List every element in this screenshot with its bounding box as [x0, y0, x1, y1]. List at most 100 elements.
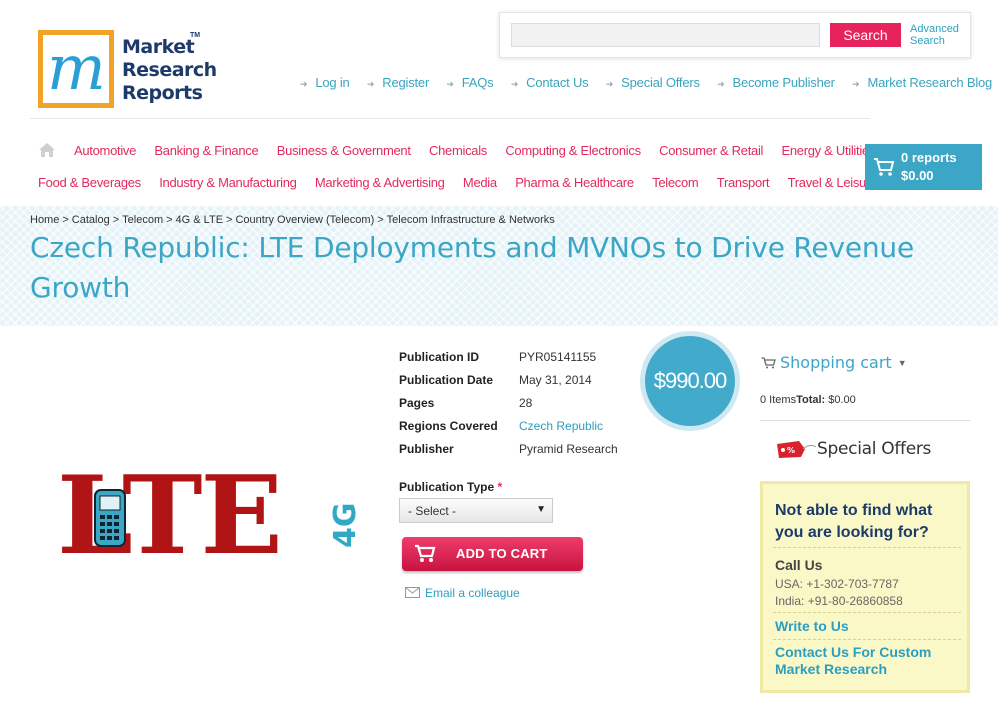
- usa-phone: USA: +1-302-703-7787: [775, 577, 899, 591]
- cart-icon: [761, 357, 776, 369]
- nav-login-label: Log in: [315, 75, 350, 90]
- shopping-cart-header[interactable]: Shopping cart ▼: [761, 353, 907, 372]
- category-travel-leisure[interactable]: Travel & Leisure: [788, 175, 878, 190]
- publication-type-label: Publication Type *: [399, 480, 502, 494]
- detail-label: Publication Date: [399, 373, 494, 387]
- envelope-icon: [405, 587, 420, 598]
- nav-contact-us[interactable]: ➜ Contact Us: [511, 75, 589, 90]
- nav-special-offers[interactable]: ➜ Special Offers: [606, 75, 700, 90]
- home-icon[interactable]: [38, 142, 56, 158]
- logo-word-market: Market: [122, 36, 195, 58]
- advanced-search-link[interactable]: Advanced Search: [910, 23, 970, 47]
- nav-login[interactable]: ➜ Log in: [300, 75, 350, 90]
- nav-faqs-label: FAQs: [461, 75, 494, 90]
- top-nav: ➜ Log in ➜ Register ➜ FAQs ➜ Contact Us ➜ Spe…: [300, 75, 992, 93]
- shopping-cart-title: Shopping cart: [780, 353, 892, 372]
- breadcrumb-sep: >: [226, 214, 233, 226]
- cart-total-label: Total:: [796, 394, 826, 406]
- logo-word-reports: Reports: [122, 82, 203, 104]
- publication-id: PYR05141155: [519, 350, 597, 364]
- category-transport[interactable]: Transport: [717, 175, 770, 190]
- email-colleague-link[interactable]: Email a colleague: [405, 586, 520, 600]
- category-industry-manufacturing[interactable]: Industry & Manufacturing: [159, 175, 297, 190]
- help-divider: [773, 639, 961, 640]
- special-offers-link[interactable]: % Special Offers: [775, 438, 931, 460]
- breadcrumb-current: Telecom Infrastructure & Networks: [386, 214, 555, 226]
- nav-arrow-icon: ➜: [510, 79, 519, 89]
- call-us-heading: Call Us: [775, 557, 823, 573]
- logo-trademark: TM: [190, 32, 201, 39]
- detail-label: Publisher: [399, 442, 454, 456]
- nav-blog-label: Market Research Blog: [867, 75, 993, 90]
- product-image-lte-text: LTE: [57, 460, 281, 560]
- category-computing-electronics[interactable]: Computing & Electronics: [505, 143, 641, 158]
- category-marketing-advertising[interactable]: Marketing & Advertising: [315, 175, 445, 190]
- cart-amount: $0.00: [901, 168, 934, 183]
- category-consumer-retail[interactable]: Consumer & Retail: [659, 143, 763, 158]
- search-input[interactable]: [511, 23, 820, 47]
- breadcrumb-4g-lte[interactable]: 4G & LTE: [176, 214, 223, 226]
- category-business-government[interactable]: Business & Government: [277, 143, 411, 158]
- sidebar-divider: [760, 420, 970, 421]
- nav-blog[interactable]: ➜ Market Research Blog: [852, 75, 992, 90]
- add-to-cart-label: ADD TO CART: [456, 546, 548, 561]
- title-banner: Home > Catalog > Telecom >4G & LTE > Country Ov…: [0, 206, 998, 326]
- category-automotive[interactable]: Automotive: [74, 143, 136, 158]
- logo-mark-letters: m: [47, 31, 106, 104]
- category-pharma-healthcare[interactable]: Pharma & Healthcare: [515, 175, 634, 190]
- advanced-search-line1: Advanced: [910, 23, 959, 35]
- site-logo[interactable]: m Market Research Reports TM: [38, 30, 217, 112]
- custom-research-link[interactable]: Contact Us For Custom Market Research: [775, 644, 955, 678]
- cart-icon: [874, 158, 895, 176]
- nav-arrow-icon: ➜: [300, 79, 308, 89]
- nav-arrow-icon: ➜: [446, 79, 454, 89]
- cart-report-count: 0 reports: [901, 150, 957, 165]
- breadcrumb-sep: >: [62, 214, 69, 226]
- phone-icon: [94, 489, 126, 547]
- detail-label: Regions Covered: [399, 419, 498, 433]
- nav-register-label: Register: [382, 75, 430, 90]
- nav-faqs[interactable]: ➜ FAQs: [446, 75, 493, 90]
- search-button[interactable]: Search: [830, 23, 901, 47]
- breadcrumb-country-overview[interactable]: Country Overview (Telecom): [235, 214, 374, 226]
- header-divider: [30, 118, 870, 119]
- breadcrumb-telecom[interactable]: Telecom: [122, 214, 163, 226]
- page-title: Czech Republic: LTE Deployments and MVNO…: [30, 231, 914, 304]
- nav-special-offers-label: Special Offers: [621, 75, 700, 90]
- logo-wordmark: Market Research Reports: [122, 36, 217, 105]
- category-nav-row1: Automotive Banking & Finance Business & …: [74, 143, 875, 158]
- category-chemicals[interactable]: Chemicals: [429, 143, 487, 158]
- add-to-cart-button[interactable]: ADD TO CART: [402, 537, 583, 571]
- category-telecom[interactable]: Telecom: [652, 175, 699, 190]
- nav-arrow-icon: ➜: [717, 79, 725, 89]
- breadcrumb-sep: >: [166, 214, 173, 226]
- write-to-us-link[interactable]: Write to Us: [775, 618, 849, 635]
- publication-type-label-text: Publication Type: [399, 480, 495, 494]
- header-cart-button[interactable]: 0 reports $0.00: [865, 144, 982, 190]
- publisher-name: Pyramid Research: [519, 442, 618, 456]
- category-media[interactable]: Media: [463, 175, 497, 190]
- region-link[interactable]: Czech Republic: [519, 419, 603, 433]
- breadcrumb-catalog[interactable]: Catalog: [72, 214, 110, 226]
- nav-become-publisher[interactable]: ➜ Become Publisher: [717, 75, 835, 90]
- required-mark: *: [497, 480, 503, 494]
- category-banking-finance[interactable]: Banking & Finance: [154, 143, 258, 158]
- special-offer-tag-icon: %: [777, 441, 817, 458]
- breadcrumb-home[interactable]: Home: [30, 214, 59, 226]
- detail-label: Pages: [399, 396, 435, 410]
- cart-items-count: 0 Items: [760, 394, 797, 406]
- category-nav-row2: Food & Beverages Industry & Manufacturin…: [38, 175, 877, 190]
- advanced-search-line2: Search: [910, 35, 945, 47]
- svg-text:%: %: [787, 446, 795, 455]
- breadcrumb: Home > Catalog > Telecom >4G & LTE > Country Ov…: [30, 214, 555, 226]
- nav-register[interactable]: ➜ Register: [367, 75, 429, 90]
- help-box: Not able to find what you are looking fo…: [760, 481, 970, 693]
- help-divider: [773, 612, 961, 613]
- category-food-beverages[interactable]: Food & Beverages: [38, 175, 141, 190]
- nav-arrow-icon: ➜: [605, 79, 614, 89]
- publication-type-select[interactable]: - Select - ▼: [399, 498, 553, 523]
- product-image: LTE 4G: [57, 460, 363, 560]
- product-image-4g-badge: 4G: [328, 503, 363, 549]
- nav-become-publisher-label: Become Publisher: [732, 75, 835, 90]
- category-energy-utilities[interactable]: Energy & Utilities: [781, 143, 875, 158]
